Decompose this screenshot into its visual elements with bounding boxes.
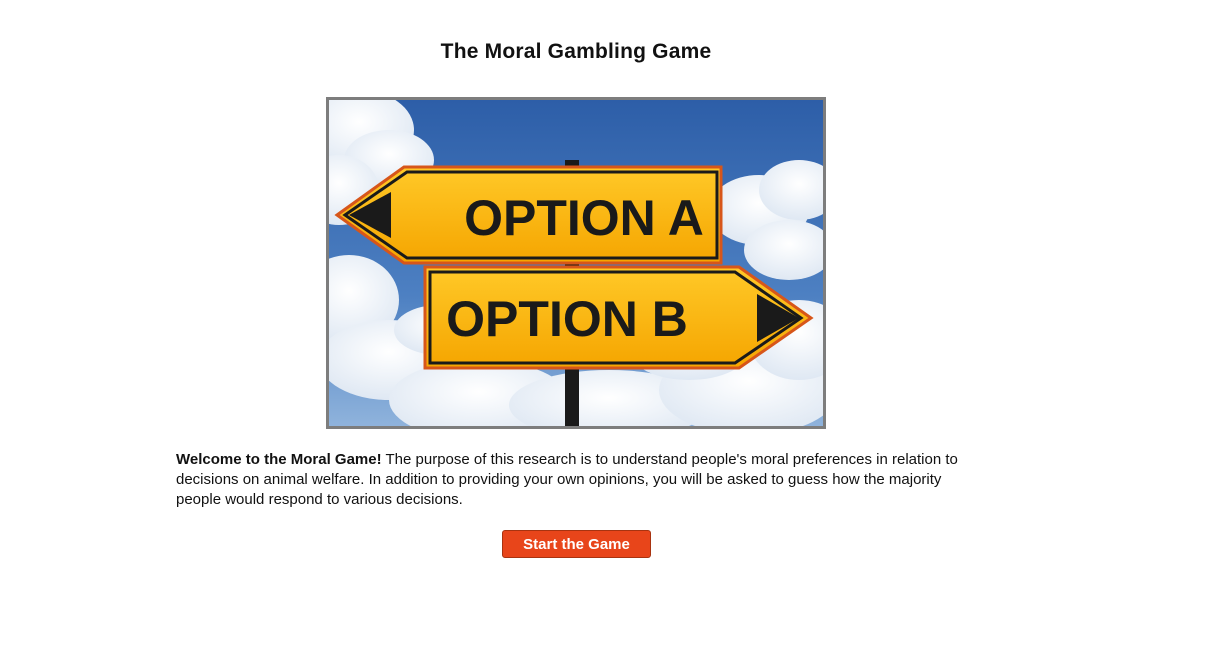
option-b-label: OPTION B bbox=[446, 291, 688, 347]
start-game-button[interactable]: Start the Game bbox=[502, 530, 651, 558]
option-signs-illustration: OPTION A OPTION B bbox=[329, 100, 823, 426]
hero-image: OPTION A OPTION B bbox=[326, 97, 826, 429]
intro-lead: Welcome to the Moral Game! bbox=[176, 451, 382, 468]
option-a-sign: OPTION A bbox=[334, 165, 723, 265]
option-a-label: OPTION A bbox=[464, 190, 704, 246]
page-title: The Moral Gambling Game bbox=[440, 40, 712, 63]
option-b-sign: OPTION B bbox=[423, 265, 814, 370]
intro-paragraph: Welcome to the Moral Game! The purpose o… bbox=[176, 450, 976, 510]
